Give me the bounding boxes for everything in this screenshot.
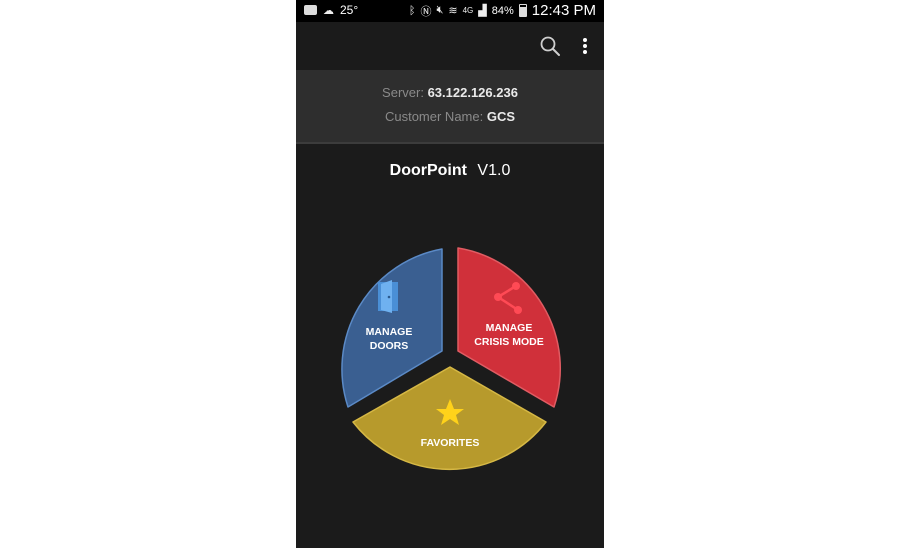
crisis-mode-line2: CRISIS MODE: [474, 336, 543, 348]
manage-doors-line1: MANAGE: [366, 326, 413, 338]
main-menu-wheel: MANAGE DOORS MANAGE CRISIS MODE FAVORITE…: [341, 247, 561, 471]
door-icon: [378, 280, 398, 313]
crisis-mode-line1: MANAGE: [486, 322, 533, 334]
phone-screen: ☁ 25° ᛒ Ⓝ 🔇︎ ≋ 4G ▟ 84% 12:43 PM Server:: [296, 0, 604, 548]
manage-doors-line2: DOORS: [370, 340, 409, 352]
favorites-label: FAVORITES: [421, 437, 480, 449]
